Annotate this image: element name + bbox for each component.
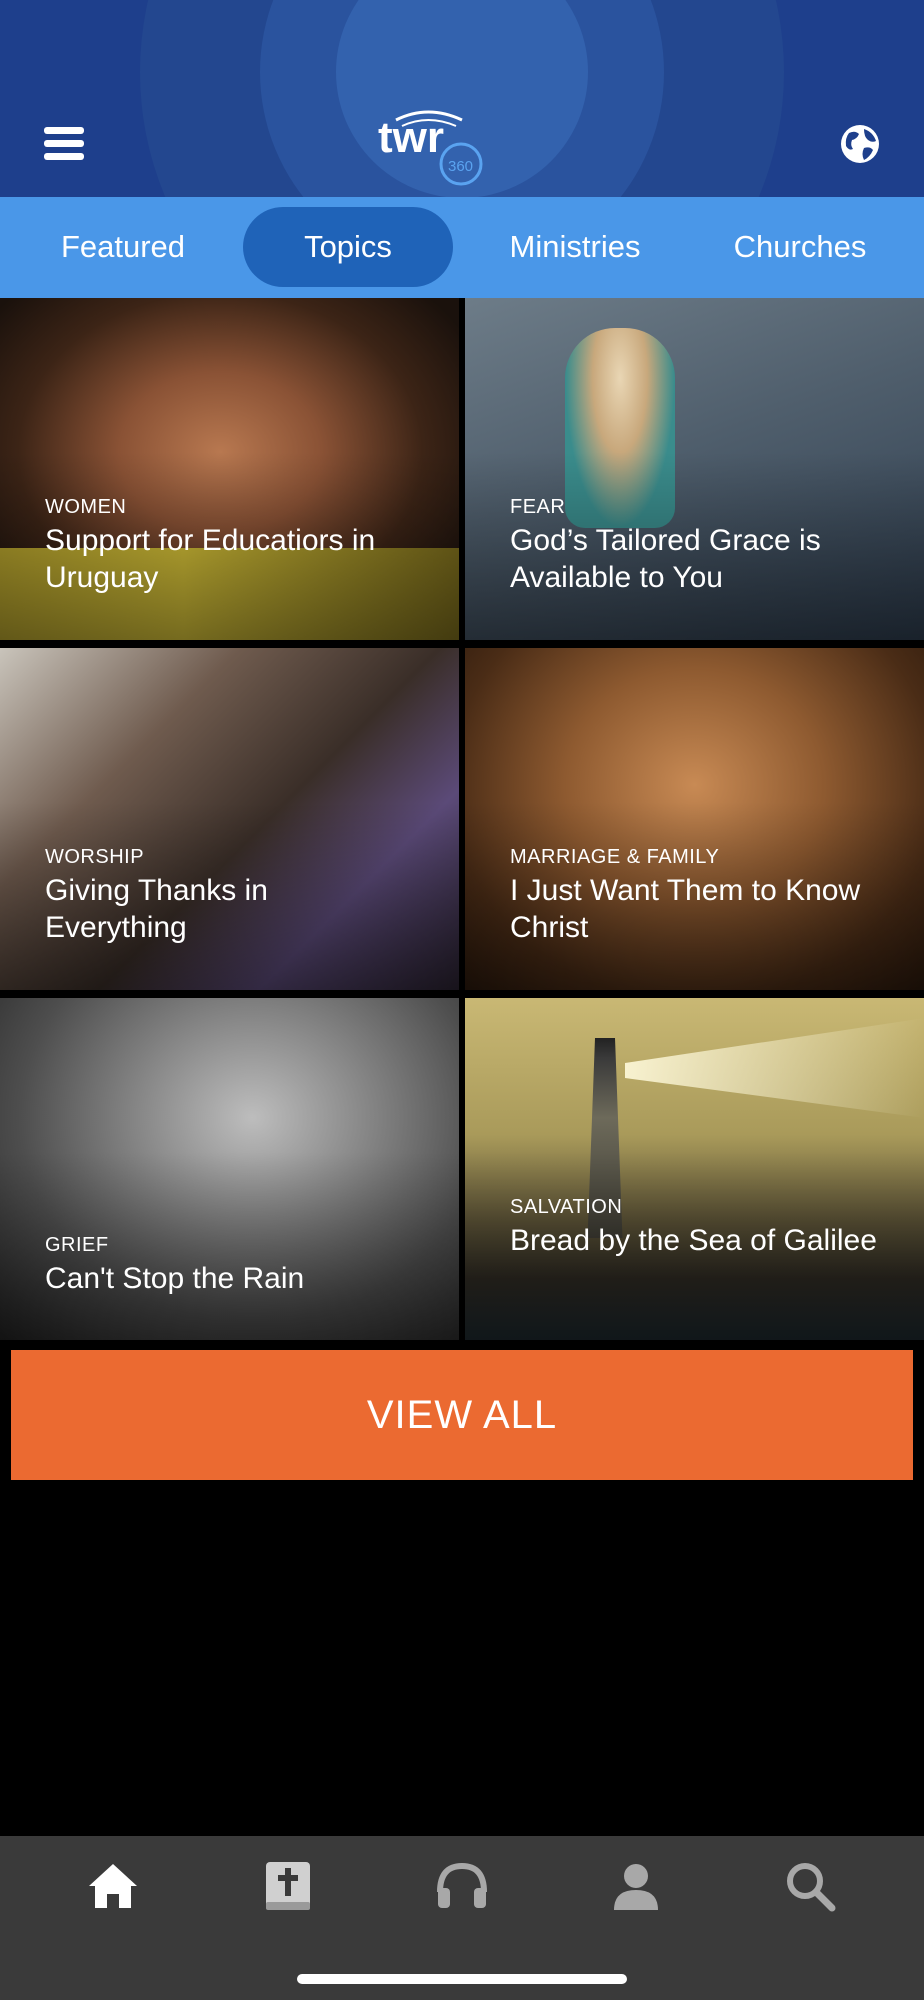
logo-subtext: 360: [448, 158, 473, 175]
home-indicator: [297, 1974, 627, 1984]
tab-topics[interactable]: Topics: [243, 207, 453, 287]
card-category: GRIEF: [45, 1234, 109, 1256]
logo-text: twr: [378, 113, 444, 162]
view-all-button[interactable]: VIEW ALL: [11, 1350, 913, 1480]
tab-bar: Featured Topics Ministries Churches: [0, 197, 924, 298]
search-icon[interactable]: [780, 1856, 840, 1916]
tab-ministries[interactable]: Ministries: [470, 207, 680, 287]
profile-icon[interactable]: [606, 1856, 666, 1916]
card-category: SALVATION: [510, 1196, 623, 1218]
card-category: WORSHIP: [45, 846, 145, 868]
hamburger-menu-icon[interactable]: [44, 127, 84, 161]
globe-icon[interactable]: [840, 124, 880, 164]
bible-icon[interactable]: [258, 1856, 318, 1916]
app-header: twr 360: [0, 0, 924, 197]
card-category: MARRIAGE & FAMILY: [510, 846, 720, 868]
topic-card[interactable]: SALVATION Bread by the Sea of Galilee: [465, 998, 924, 1340]
tab-featured[interactable]: Featured: [23, 207, 223, 287]
twr-logo: twr 360: [378, 110, 488, 190]
card-title: I Just Want Them to Know Christ: [510, 874, 861, 944]
topic-card[interactable]: WOMEN Support for Educatiors in Uruguay: [0, 298, 459, 640]
topic-card[interactable]: MARRIAGE & FAMILY I Just Want Them to Kn…: [465, 648, 924, 990]
card-title: Giving Thanks in Everything: [45, 874, 268, 944]
card-title: God’s Tailored Grace is Available to You: [510, 524, 821, 594]
card-category: FEAR: [510, 496, 566, 518]
topic-card[interactable]: WORSHIP Giving Thanks in Everything: [0, 648, 459, 990]
headphones-icon[interactable]: [432, 1856, 492, 1916]
topic-card[interactable]: FEAR God’s Tailored Grace is Available t…: [465, 298, 924, 640]
tab-churches[interactable]: Churches: [700, 207, 900, 287]
card-title: Support for Educatiors in Uruguay: [45, 524, 376, 594]
card-category: WOMEN: [45, 496, 127, 518]
home-icon[interactable]: [83, 1856, 143, 1916]
card-title: Can't Stop the Rain: [45, 1262, 305, 1295]
topic-card[interactable]: GRIEF Can't Stop the Rain: [0, 998, 459, 1340]
card-title: Bread by the Sea of Galilee: [510, 1224, 877, 1257]
